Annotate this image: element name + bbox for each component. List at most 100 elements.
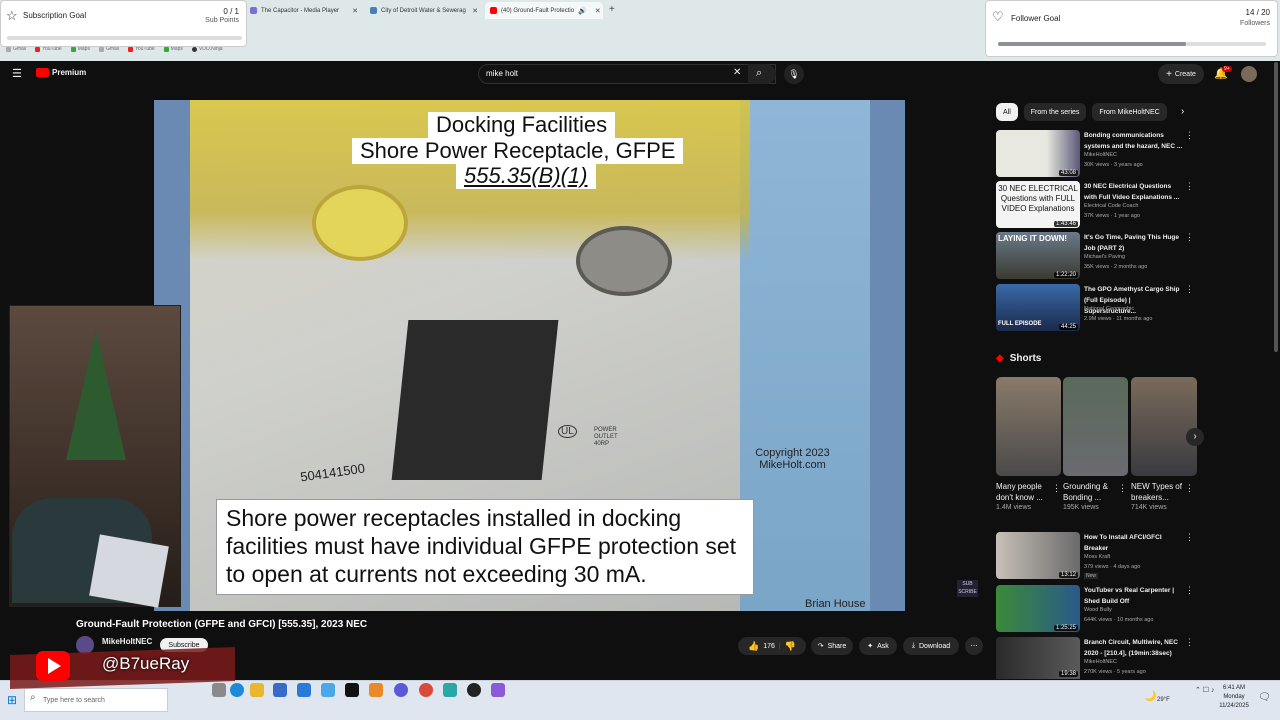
chips-next-icon[interactable]: ›: [1181, 106, 1184, 117]
short-thumbnail[interactable]: [996, 377, 1061, 476]
short-thumbnail[interactable]: [1063, 377, 1128, 476]
short-views: 714K views: [1131, 504, 1167, 511]
short-thumbnail[interactable]: [1131, 377, 1197, 476]
tab-close-icon[interactable]: ✕: [595, 7, 601, 15]
tab-detroit-water[interactable]: City of Detroit Water & Sewerag ✕: [365, 2, 483, 19]
paper-sheet: [89, 534, 169, 608]
like-button[interactable]: 👍 176: [748, 641, 775, 652]
more-options-icon[interactable]: ⋮: [1185, 637, 1194, 648]
chrome-icon[interactable]: [419, 683, 433, 697]
search-icon: ⌕: [756, 67, 763, 79]
short-title: Many people don't know ...: [996, 482, 1043, 502]
heart-icon: ♡: [992, 9, 1004, 24]
tab-favicon-icon: [370, 7, 377, 14]
search-button[interactable]: ⌕: [748, 64, 776, 84]
follower-goal-fill: [998, 42, 1186, 46]
more-options-icon[interactable]: ⋮: [1185, 284, 1194, 295]
more-options-icon[interactable]: ⋮: [1185, 130, 1194, 141]
page-scrollbar[interactable]: [1274, 62, 1278, 352]
slide-heading-1: Docking Facilities: [428, 112, 616, 138]
recommendation-item[interactable]: 43:08 Bonding communications systems and…: [996, 130, 1196, 178]
temperature: 29°F: [1157, 697, 1170, 703]
youtube-logo[interactable]: Premium: [36, 68, 86, 77]
gmail-icon: [6, 46, 11, 52]
star-icon: ☆: [6, 8, 18, 23]
outlet-label: POWER OUTLET 40RP: [594, 427, 618, 447]
filter-chips: All From the series From MikeHoltNEC: [996, 103, 1167, 121]
search-input[interactable]: mike holt: [486, 69, 518, 78]
download-icon: ⤓: [911, 642, 915, 649]
recommendation-item[interactable]: LAYING IT DOWN! 1:22:20 It's Go Time, Pa…: [996, 232, 1196, 280]
notification-badge: 9+: [1222, 66, 1232, 72]
taskbar-search-input[interactable]: Type here to search: [24, 688, 168, 712]
like-dislike-group: 👍 176 | 👎: [738, 637, 806, 655]
windows-start-icon[interactable]: ⊞: [7, 693, 17, 707]
speaker-icon[interactable]: 🔊: [578, 7, 587, 15]
new-tab-button[interactable]: +: [609, 2, 615, 20]
plus-icon: +: [1166, 68, 1172, 80]
avatar[interactable]: [1241, 66, 1257, 82]
follower-goal-unit: Followers: [1240, 20, 1270, 27]
tab-close-icon[interactable]: ✕: [472, 7, 478, 15]
vdo-ninja-icon: [191, 46, 197, 52]
tab-close-icon[interactable]: ✕: [352, 7, 358, 15]
download-button[interactable]: ⤓ Download: [903, 637, 959, 655]
more-options-icon[interactable]: ⋮: [1185, 585, 1194, 596]
subscription-goal-title: Subscription Goal: [23, 11, 87, 20]
clear-search-icon[interactable]: ✕: [733, 67, 741, 78]
more-options-icon[interactable]: ⋮: [1185, 483, 1194, 494]
shorts-next-icon[interactable]: ›: [1186, 428, 1204, 446]
subscribe-watermark[interactable]: SUB SCRIBE: [957, 580, 978, 597]
obs-icon[interactable]: [467, 683, 481, 697]
store-icon[interactable]: [273, 683, 287, 697]
app-icon[interactable]: [369, 683, 383, 697]
tab-ground-fault[interactable]: (40) Ground-Fault Protectio 🔊 ✕: [485, 2, 603, 19]
file-explorer-icon[interactable]: [250, 683, 264, 697]
gmail-icon: [98, 46, 104, 52]
microphone-icon[interactable]: 🎙: [784, 64, 804, 84]
subscription-goal-bar: [7, 36, 242, 40]
ask-button[interactable]: ✦ Ask: [859, 637, 897, 655]
more-options-icon[interactable]: ⋮: [1185, 532, 1194, 543]
menu-icon[interactable]: ☰: [12, 67, 22, 80]
chip-from-series[interactable]: From the series: [1023, 103, 1087, 121]
app-icon[interactable]: [443, 683, 457, 697]
short-views: 1.4M views: [996, 504, 1032, 511]
mail-icon[interactable]: [297, 683, 311, 697]
share-button[interactable]: ↷ Share: [811, 637, 853, 655]
notification-center-icon[interactable]: 🗨: [1258, 692, 1271, 703]
video-title: Ground-Fault Protection (GFPE and GFCI) …: [76, 619, 368, 630]
taskbar-clock[interactable]: 6:41 AM Monday 11/24/2025: [1218, 684, 1250, 711]
youtube-icon: [128, 46, 134, 52]
new-badge: New: [1084, 573, 1099, 579]
create-button[interactable]: + Create: [1158, 64, 1204, 84]
search-box[interactable]: [478, 64, 776, 84]
recommendation-item[interactable]: 30 NEC ELECTRICAL Questions with FULL VI…: [996, 181, 1196, 229]
recommendation-item[interactable]: 13:12 How To Install AFCI/GFCI Breaker M…: [996, 532, 1196, 580]
thumbs-up-icon: 👍: [748, 640, 760, 651]
more-options-icon[interactable]: ⋮: [1118, 483, 1127, 494]
more-options-icon[interactable]: ⋮: [1185, 181, 1194, 192]
more-actions-button[interactable]: ⋯: [965, 637, 983, 655]
like-count: 176: [763, 642, 775, 650]
chip-from-channel[interactable]: From MikeHoltNEC: [1092, 103, 1167, 121]
recommendation-item[interactable]: FULL EPISODE 44:25 The GPO Amethyst Carg…: [996, 284, 1196, 332]
dislike-button[interactable]: 👎: [785, 641, 796, 652]
photos-icon[interactable]: [321, 683, 335, 697]
slide-heading-3: 555.35(B)(1): [456, 163, 596, 189]
recommendation-item[interactable]: 19:38 Branch Circuit, Multiwire, NEC 202…: [996, 637, 1196, 679]
follower-goal-value: 14 / 20: [1245, 8, 1270, 17]
tiktok-icon[interactable]: [345, 683, 359, 697]
app-icon[interactable]: [491, 683, 505, 697]
video-background-wall: [740, 100, 870, 611]
recommendation-item[interactable]: 1:25:25 YouTuber vs Real Carpenter | She…: [996, 585, 1196, 633]
tray-icons[interactable]: ⌃ ☐ ♪: [1195, 686, 1215, 694]
app-icon[interactable]: [394, 683, 408, 697]
search-icon: ⌕: [30, 692, 36, 703]
more-options-icon[interactable]: ⋮: [1185, 232, 1194, 243]
tab-media-player[interactable]: The Capacitor - Media Player ✕: [245, 2, 363, 19]
short-title: Grounding & Bonding ...: [1063, 482, 1108, 502]
more-options-icon[interactable]: ⋮: [1052, 483, 1061, 494]
chip-all[interactable]: All: [996, 103, 1018, 121]
slide-copyright: Copyright 2023 MikeHolt.com: [755, 447, 830, 471]
